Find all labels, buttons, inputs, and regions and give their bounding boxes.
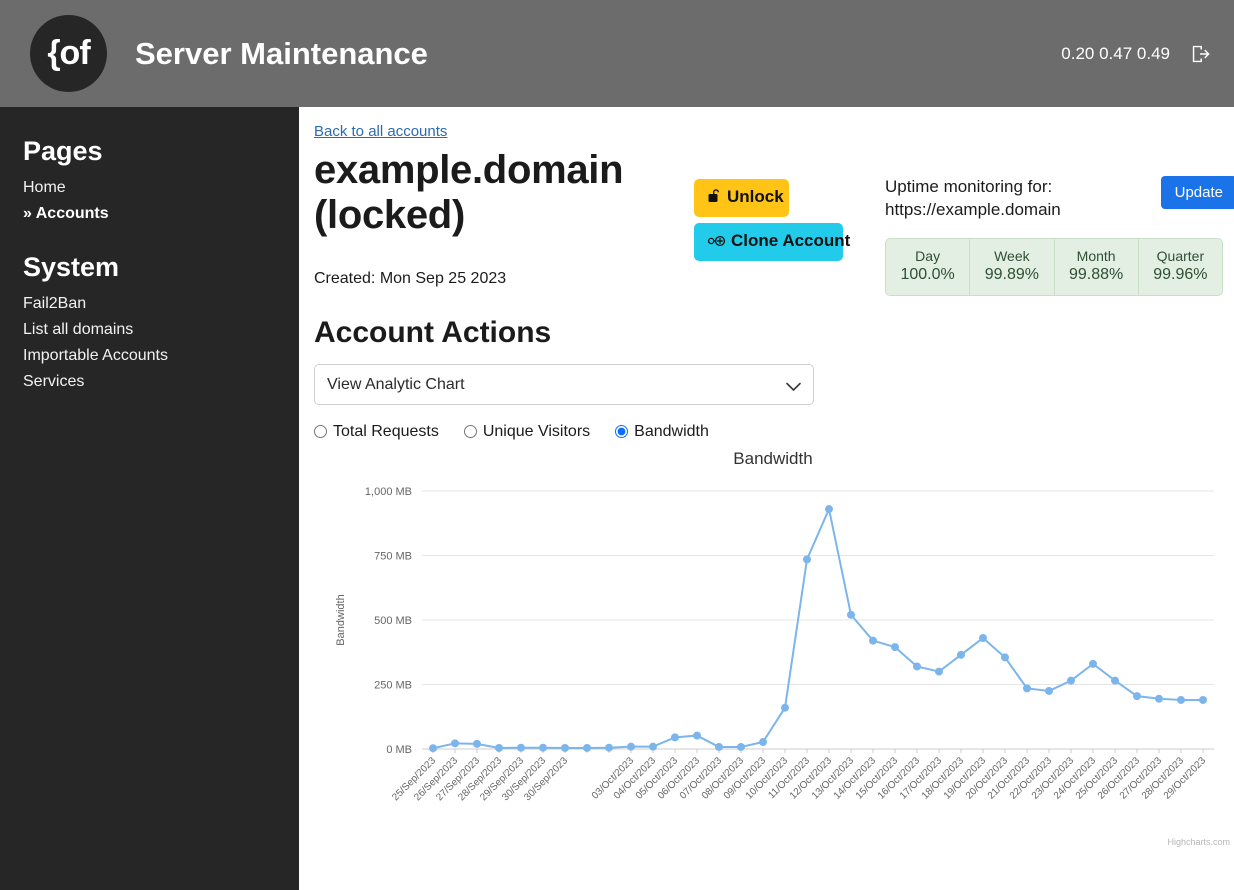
uptime-cell-month: Month 99.88% — [1055, 238, 1139, 295]
uptime-value-week: 99.89% — [984, 265, 1039, 283]
action-select-wrapper: View Analytic Chart — [314, 363, 814, 405]
radio-label-bandwidth: Bandwidth — [634, 422, 709, 440]
account-actions-title: Account Actions — [314, 315, 552, 349]
radio-total-requests[interactable]: Total Requests — [314, 423, 439, 441]
unlock-button[interactable]: Unlock — [694, 179, 789, 217]
account-header-row: example.domain (locked) Created: Mon Sep… — [314, 146, 1234, 296]
svg-text:500 MB: 500 MB — [374, 615, 412, 627]
radio-input-total-requests[interactable] — [314, 425, 327, 439]
uptime-value-month: 99.88% — [1068, 265, 1124, 283]
clone-account-button[interactable]: Clone Account — [694, 223, 850, 261]
svg-text:Bandwidth: Bandwidth — [335, 594, 347, 645]
open-padlock-icon — [708, 188, 722, 209]
page-title: example.domain (locked) — [314, 148, 624, 237]
sidebar-heading-pages: Pages — [23, 136, 103, 166]
app-title: Server Maintenance — [135, 35, 428, 71]
sidebar-item-list-all-domains[interactable]: List all domains — [23, 317, 299, 343]
back-to-all-accounts-link[interactable]: Back to all accounts — [314, 123, 447, 140]
radio-input-unique-visitors[interactable] — [463, 425, 477, 439]
clone-account-button-label: Clone Account — [731, 231, 851, 250]
uptime-cell-quarter: Quarter 99.96% — [1139, 239, 1222, 295]
key-plus-icon — [707, 233, 726, 253]
top-header-bar: {of Server Maintenance 0.20 0.47 0.49 — [0, 0, 1234, 107]
radio-label-unique-visitors: Unique Visitors — [482, 422, 591, 440]
main-content: Back to all accounts example.domain (loc… — [299, 107, 1234, 890]
uptime-cell-day: Day 100.0% — [886, 238, 971, 295]
svg-text:0 MB: 0 MB — [386, 744, 412, 756]
account-title-column: example.domain (locked) Created: Mon Sep… — [314, 146, 694, 288]
unlock-button-label: Unlock — [727, 187, 784, 206]
svg-text:1,000 MB: 1,000 MB — [365, 486, 412, 498]
uptime-label-month: Month — [1076, 247, 1116, 264]
logout-link[interactable] — [1190, 44, 1212, 64]
radio-bandwidth[interactable]: Bandwidth — [615, 423, 709, 441]
sidebar-item-fail2ban[interactable]: Fail2Ban — [23, 291, 299, 317]
sidebar-item-accounts[interactable]: » Accounts — [23, 201, 299, 227]
update-button[interactable]: Update — [1160, 176, 1234, 209]
uptime-heading-line1: Uptime monitoring for: — [885, 177, 1053, 196]
uptime-heading: Uptime monitoring for: https://example.d… — [885, 176, 1061, 222]
radio-label-total-requests: Total Requests — [333, 422, 439, 440]
uptime-value-quarter: 99.96% — [1153, 265, 1208, 283]
sidebar-item-importable-accounts[interactable]: Importable Accounts — [23, 343, 299, 369]
header-right-group: 0.20 0.47 0.49 — [1061, 44, 1212, 64]
account-action-buttons: Unlock Clone Account — [694, 146, 850, 261]
uptime-label-week: Week — [994, 247, 1030, 264]
uptime-value-day: 100.0% — [900, 265, 955, 283]
uptime-heading-row: Uptime monitoring for: https://example.d… — [885, 176, 1234, 222]
sidebar-heading-system: System — [23, 251, 120, 282]
radio-unique-visitors[interactable]: Unique Visitors — [463, 422, 591, 441]
chart-credit: Highcharts.com — [1167, 836, 1230, 847]
bandwidth-chart: Bandwidth 0 MB 250 MB 500 MB 750 MB 1,000 MB… — [314, 449, 1232, 849]
sign-out-icon — [1192, 45, 1210, 62]
metric-radio-group: Total Requests Unique Visitors Bandwidth — [314, 423, 1218, 441]
uptime-stats-table: Day 100.0% Week 99.89% Month 99.88% Quar… — [885, 237, 1223, 296]
sidebar-item-home[interactable]: Home — [23, 175, 299, 201]
load-average-text: 0.20 0.47 0.49 — [1061, 43, 1170, 63]
uptime-url: https://example.domain — [885, 199, 1061, 219]
created-date-text: Created: Mon Sep 25 2023 — [314, 269, 507, 287]
sidebar-item-services[interactable]: Services — [23, 369, 299, 395]
action-select[interactable]: View Analytic Chart — [314, 363, 814, 405]
app-logo-icon: {of — [30, 15, 107, 92]
sidebar: Pages Home » Accounts System Fail2Ban Li… — [0, 107, 299, 890]
uptime-label-quarter: Quarter — [1156, 247, 1205, 264]
svg-text:250 MB: 250 MB — [374, 679, 412, 691]
radio-input-bandwidth[interactable] — [615, 425, 629, 439]
uptime-cell-week: Week 99.89% — [970, 238, 1055, 295]
svg-text:750 MB: 750 MB — [374, 550, 412, 562]
chart-plot-area: 0 MB250 MB500 MB750 MB1,000 MBBandwidth2… — [335, 486, 1214, 803]
uptime-label-day: Day — [915, 247, 941, 264]
uptime-monitoring-panel: Uptime monitoring for: https://example.d… — [885, 146, 1234, 296]
